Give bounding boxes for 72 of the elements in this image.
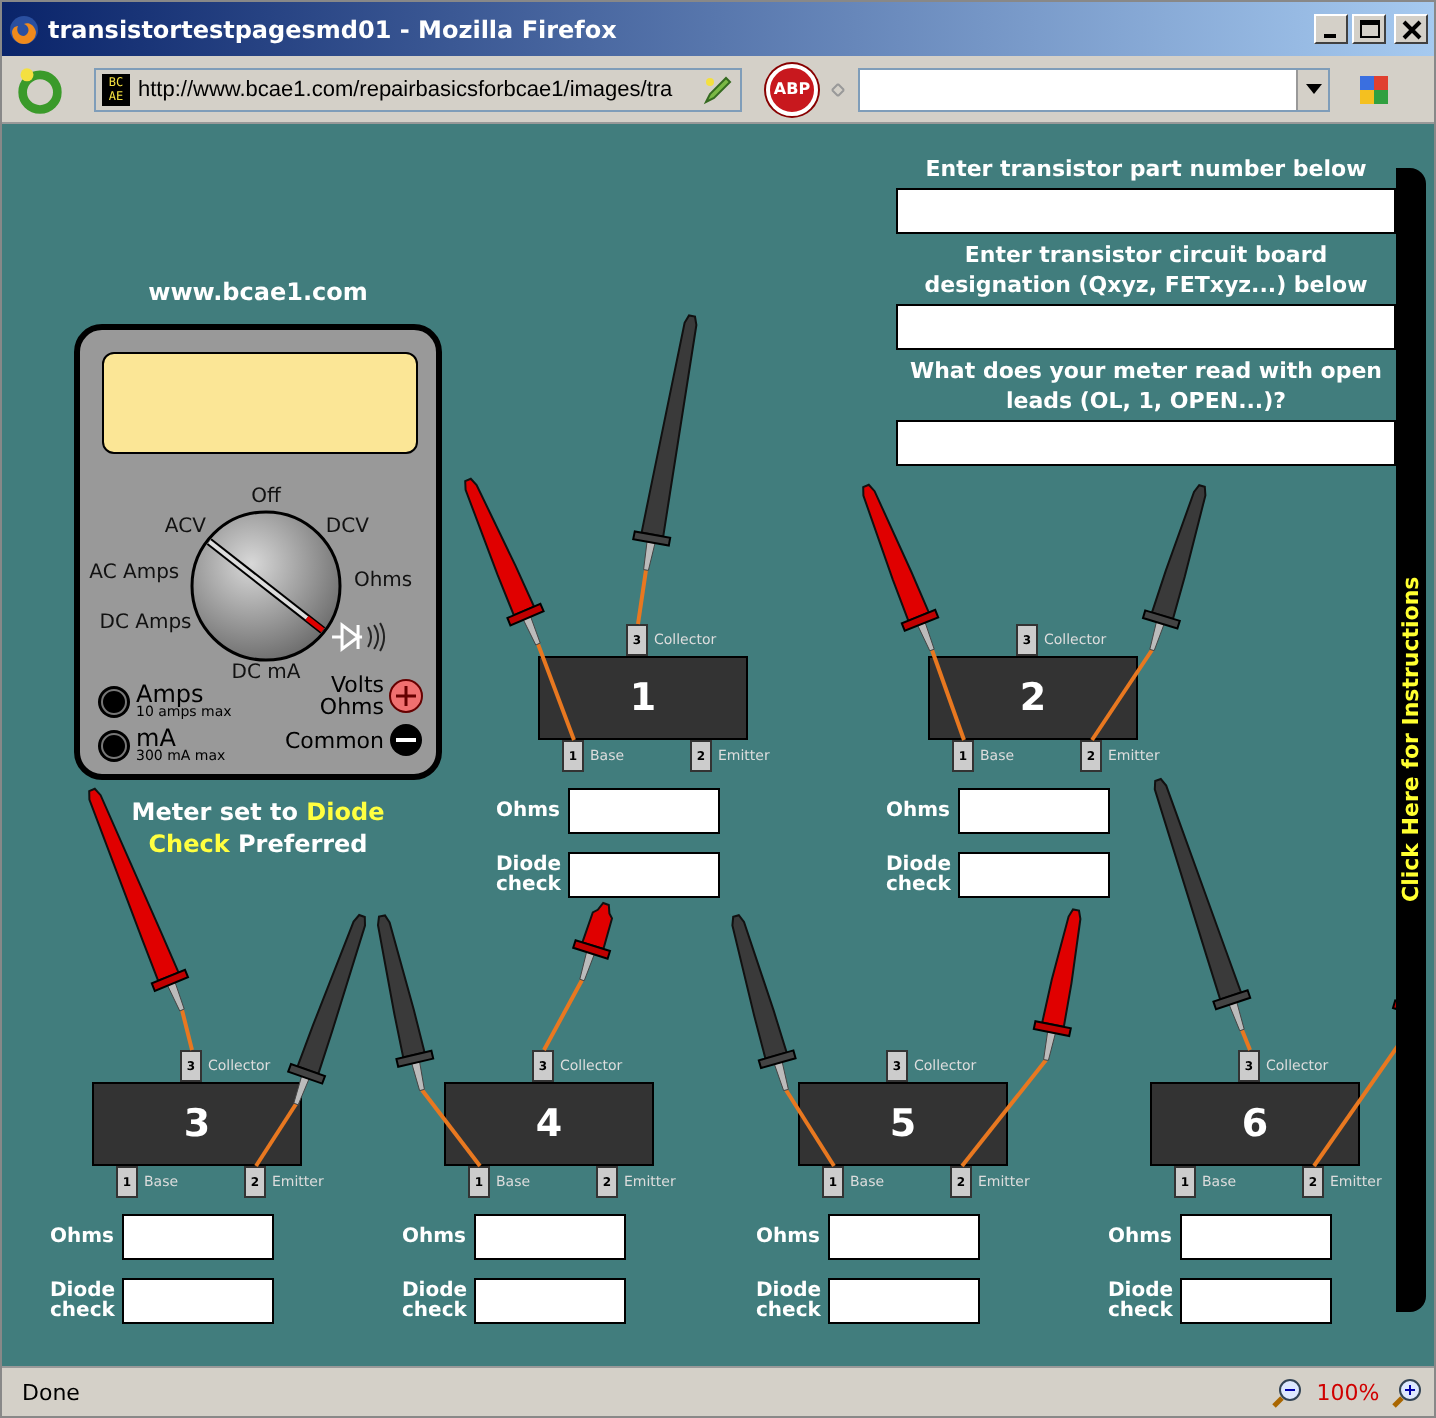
input-field[interactable] [1180,1278,1332,1324]
field-label: Diode check [402,1281,470,1321]
input-field[interactable] [568,852,720,898]
maximize-button[interactable] [1352,14,1386,44]
dial-label: ACV [164,517,206,538]
transistor-number: 1 [629,676,657,720]
dial-label: DCV [325,517,369,538]
question-label: Enter transistor circuit board designation (Qxyz, FETxyz...) below [922,240,1370,300]
search-field[interactable] [858,67,1330,111]
site-link[interactable]: www.bcae1.com [148,278,368,306]
field-label: Diode check [886,855,954,895]
minimize-icon [1323,33,1335,37]
input-field[interactable] [474,1214,626,1260]
jack-icon [96,683,132,719]
transistor-number: 4 [535,1102,563,1146]
close-button[interactable] [1394,14,1428,44]
adblock-button[interactable]: ABP [766,63,818,115]
close-icon [1401,19,1421,39]
field-label: Diode check [1108,1281,1176,1321]
answer-field[interactable] [896,420,1396,466]
dial-label: DC Amps [99,614,192,635]
zoom-in-button[interactable] [1390,1374,1426,1410]
jack-label: mA [136,726,176,750]
field-label: Diode check [756,1281,824,1321]
input-field[interactable] [122,1214,274,1260]
zoom-level: 100% [1314,1379,1382,1405]
dial-label: AC Amps [89,563,180,584]
field-label: Ohms [50,1227,116,1247]
reload-icon[interactable] [14,63,66,115]
search-engine-icon[interactable] [1358,73,1390,105]
instructions-button[interactable]: Click Here for Instructions [1396,168,1426,1312]
meter-note: Meter set to Diode Check Preferred [131,796,385,860]
dial-label: Off [251,488,281,508]
plus-jack-icon [388,678,424,714]
dial-label: Ohms [353,572,413,593]
field-label: Diode check [496,855,564,895]
jack-label: Volts Ohms [319,674,384,718]
input-field[interactable] [1180,1214,1332,1260]
input-field[interactable] [828,1278,980,1324]
input-field[interactable] [568,788,720,834]
zoom-out-button[interactable] [1270,1374,1306,1410]
pencil-icon[interactable] [702,73,734,105]
question-label: Enter transistor part number below [925,154,1367,184]
field-label: Diode check [50,1281,118,1321]
input-field[interactable] [958,788,1110,834]
input-field[interactable] [474,1278,626,1324]
transistor-number: 6 [1241,1102,1269,1146]
transistor-number: 2 [1019,676,1047,720]
transistor-number: 3 [183,1102,211,1146]
answer-field[interactable] [896,188,1396,234]
input-field[interactable] [958,852,1110,898]
answer-field[interactable] [896,304,1396,350]
question-label: What does your meter read with open leads (OL, 1, OPEN...)? [907,356,1385,416]
firefox-icon [8,13,40,45]
dial-label: DC mA [231,664,301,684]
input-field[interactable] [828,1214,980,1260]
field-label: Ohms [756,1227,822,1247]
input-field[interactable] [122,1278,274,1324]
field-label: Ohms [1108,1227,1174,1247]
minimize-button[interactable] [1314,14,1348,44]
field-label: Ohms [886,801,952,821]
field-label: Ohms [402,1227,468,1247]
jack-label: Amps [136,682,206,706]
jack-label: Common [284,727,384,753]
field-label: Ohms [496,801,562,821]
maximize-icon [1359,19,1379,39]
jack-icon [96,727,132,763]
status-text: Done [20,1379,82,1405]
window-title: transistortestpagesmd01 - Mozilla Firefox [48,15,619,43]
dropdown-icon[interactable] [1296,69,1328,109]
transistor-number: 5 [889,1102,917,1146]
minus-jack-icon [388,722,424,758]
